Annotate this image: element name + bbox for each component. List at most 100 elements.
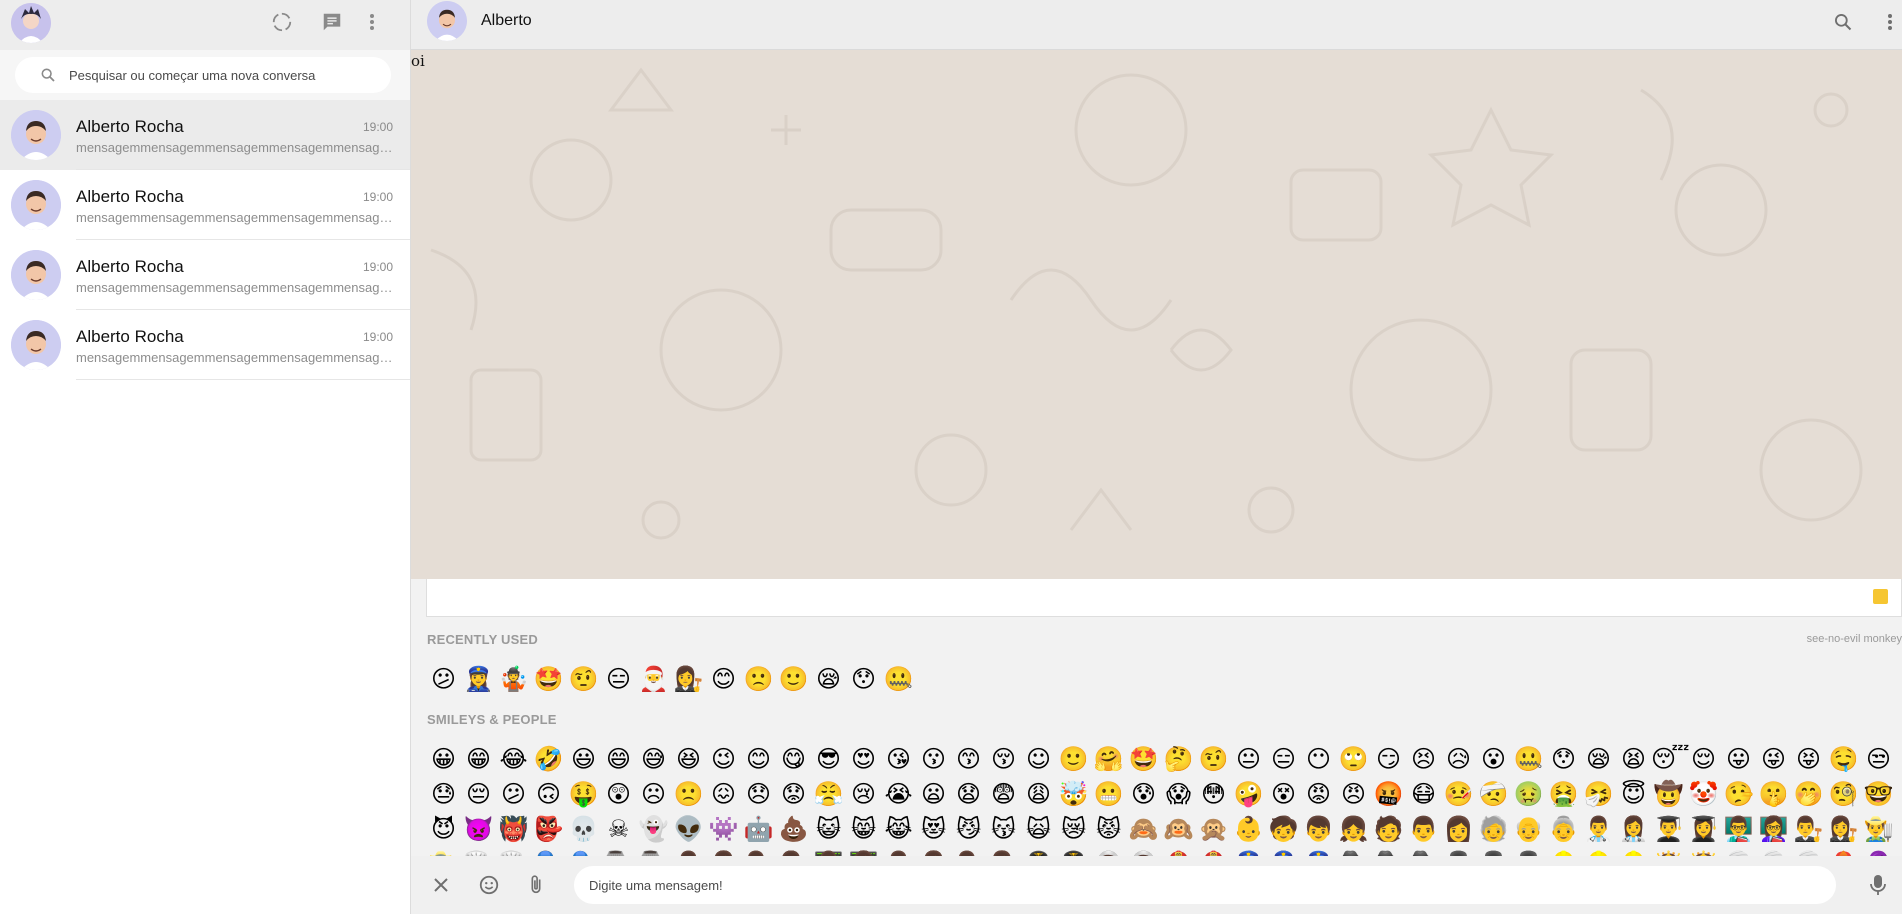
- emoji-button[interactable]: 😈: [426, 812, 461, 847]
- emoji-button[interactable]: 😷: [1406, 777, 1441, 812]
- emoji-button[interactable]: 😴: [1651, 742, 1690, 777]
- emoji-button[interactable]: 👩‍🏫: [1756, 812, 1791, 847]
- emoji-button[interactable]: 🤭: [1791, 777, 1826, 812]
- emoji-button[interactable]: 👹: [496, 812, 531, 847]
- emoji-button[interactable]: 😌: [1686, 742, 1721, 777]
- emoji-button[interactable]: 😕: [496, 777, 531, 812]
- emoji-button[interactable]: 😗: [916, 742, 951, 777]
- emoji-button[interactable]: 🤤: [1826, 742, 1861, 777]
- emoji-button[interactable]: 🤩: [531, 662, 566, 697]
- emoji-button[interactable]: 😕: [426, 662, 461, 697]
- emoji-button[interactable]: ☺: [1021, 742, 1056, 777]
- emoji-button[interactable]: 😥: [1441, 742, 1476, 777]
- emoji-button[interactable]: 👵: [1546, 812, 1581, 847]
- status-icon[interactable]: [270, 10, 294, 34]
- emoji-button[interactable]: 🤑: [566, 777, 601, 812]
- emoji-button[interactable]: 🙉: [1161, 812, 1196, 847]
- chat-list-item[interactable]: Alberto Rocha 19:00 mensagemmensagemmens…: [0, 170, 410, 240]
- emoji-button[interactable]: 😤: [811, 777, 846, 812]
- emoji-button[interactable]: 🤣: [531, 742, 566, 777]
- emoji-button[interactable]: 😋: [776, 742, 811, 777]
- emoji-button[interactable]: 🤨: [1196, 742, 1231, 777]
- emoji-button[interactable]: 👩‍🚒: [1196, 847, 1231, 856]
- search-input[interactable]: [69, 57, 379, 93]
- emoji-button[interactable]: 👨‍🔬: [741, 847, 776, 856]
- emoji-button[interactable]: 😺: [811, 812, 846, 847]
- new-chat-icon[interactable]: [320, 10, 344, 34]
- menu-icon[interactable]: [1878, 10, 1902, 34]
- emoji-button[interactable]: 👨‍🌾: [1861, 812, 1896, 847]
- emoji-button[interactable]: 😧: [951, 777, 986, 812]
- emoji-button[interactable]: 🤗: [1091, 742, 1126, 777]
- emoji-button[interactable]: 😎: [811, 742, 846, 777]
- emoji-button[interactable]: 👨: [1406, 812, 1441, 847]
- emoji-button[interactable]: 🎅: [636, 662, 671, 697]
- emoji-button[interactable]: 👨‍🍳: [461, 847, 496, 856]
- emoji-button[interactable]: 😿: [1056, 812, 1091, 847]
- emoji-button[interactable]: 😅: [636, 742, 671, 777]
- emoji-button[interactable]: 🙈: [1126, 812, 1161, 847]
- emoji-button[interactable]: 🙊: [1196, 812, 1231, 847]
- emoji-button[interactable]: 👩‍🔬: [776, 847, 811, 856]
- emoji-button[interactable]: 😸: [846, 812, 881, 847]
- emoji-button[interactable]: 😀: [426, 742, 461, 777]
- emoji-button[interactable]: 🧑: [1371, 812, 1406, 847]
- emoji-button[interactable]: 👨‍🏭: [601, 847, 636, 856]
- emoji-button[interactable]: 👨‍🎓: [1651, 812, 1686, 847]
- emoji-button[interactable]: 🤠: [1651, 777, 1686, 812]
- emoji-button[interactable]: 🧐: [1826, 777, 1861, 812]
- emoji-button[interactable]: 😙: [951, 742, 986, 777]
- emoji-button[interactable]: 👩‍⚖️: [1826, 812, 1861, 847]
- emoji-button[interactable]: 👷: [1546, 847, 1581, 856]
- emoji-button[interactable]: 🙂: [1056, 742, 1091, 777]
- chat-list-item[interactable]: Alberto Rocha 19:00 mensagemmensagemmens…: [0, 310, 410, 380]
- emoji-button[interactable]: 🤕: [1476, 777, 1511, 812]
- emoji-button[interactable]: 😖: [706, 777, 741, 812]
- emoji-button[interactable]: 🙄: [1336, 742, 1371, 777]
- emoji-button[interactable]: 😪: [1581, 742, 1616, 777]
- emoji-button[interactable]: 👮: [1231, 847, 1266, 856]
- emoji-button[interactable]: 😠: [1336, 777, 1371, 812]
- emoji-button[interactable]: 🤯: [1056, 777, 1091, 812]
- emoji-button[interactable]: 😬: [1091, 777, 1126, 812]
- emoji-button[interactable]: 🙁: [671, 777, 706, 812]
- emoji-button[interactable]: 😢: [846, 777, 881, 812]
- emoji-button[interactable]: 🤮: [1546, 777, 1581, 812]
- emoji-button[interactable]: 👺: [531, 812, 566, 847]
- emoji-button[interactable]: 🙁: [741, 662, 776, 697]
- emoji-button[interactable]: 😛: [1721, 742, 1756, 777]
- emoji-button[interactable]: 😘: [881, 742, 916, 777]
- emoji-button[interactable]: 😮: [1476, 742, 1511, 777]
- emoji-button[interactable]: 👩‍🎓: [1686, 812, 1721, 847]
- emoji-button[interactable]: 😣: [1406, 742, 1441, 777]
- emoji-button[interactable]: 😄: [601, 742, 636, 777]
- emoji-button[interactable]: 🕵️‍♀️: [1406, 847, 1441, 856]
- emoji-button[interactable]: 😜: [1756, 742, 1791, 777]
- emoji-button[interactable]: 🤨: [566, 662, 601, 697]
- emoji-button[interactable]: 😑: [1266, 742, 1301, 777]
- emoji-skin-tone-icon[interactable]: [1873, 589, 1888, 604]
- emoji-button[interactable]: 😇: [1616, 777, 1651, 812]
- emoji-button[interactable]: 👲: [1826, 847, 1861, 856]
- emoji-button[interactable]: 😰: [1126, 777, 1161, 812]
- emoji-button[interactable]: 🤪: [1231, 777, 1266, 812]
- emoji-button[interactable]: 🤡: [1686, 777, 1721, 812]
- emoji-button[interactable]: 👴: [1511, 812, 1546, 847]
- emoji-button[interactable]: 🤒: [1441, 777, 1476, 812]
- emoji-button[interactable]: 👷‍♀️: [1616, 847, 1651, 856]
- emoji-button[interactable]: 😫: [1616, 742, 1651, 777]
- emoji-button[interactable]: 😉: [706, 742, 741, 777]
- emoji-button[interactable]: 👨‍🎨: [951, 847, 986, 856]
- emoji-button[interactable]: 🤬: [1371, 777, 1406, 812]
- emoji-button[interactable]: 🕵️‍♂️: [1371, 847, 1406, 856]
- emoji-button[interactable]: 💀: [566, 812, 601, 847]
- emoji-button[interactable]: 🤐: [1511, 742, 1546, 777]
- close-icon[interactable]: [429, 873, 453, 897]
- emoji-button[interactable]: 😊: [741, 742, 776, 777]
- emoji-button[interactable]: 😯: [846, 662, 881, 697]
- contact-avatar[interactable]: [427, 1, 467, 41]
- emoji-button[interactable]: 😻: [916, 812, 951, 847]
- emoji-search-bar[interactable]: [426, 579, 1902, 617]
- emoji-button[interactable]: 👨‍🎤: [881, 847, 916, 856]
- emoji-button[interactable]: 😁: [461, 742, 496, 777]
